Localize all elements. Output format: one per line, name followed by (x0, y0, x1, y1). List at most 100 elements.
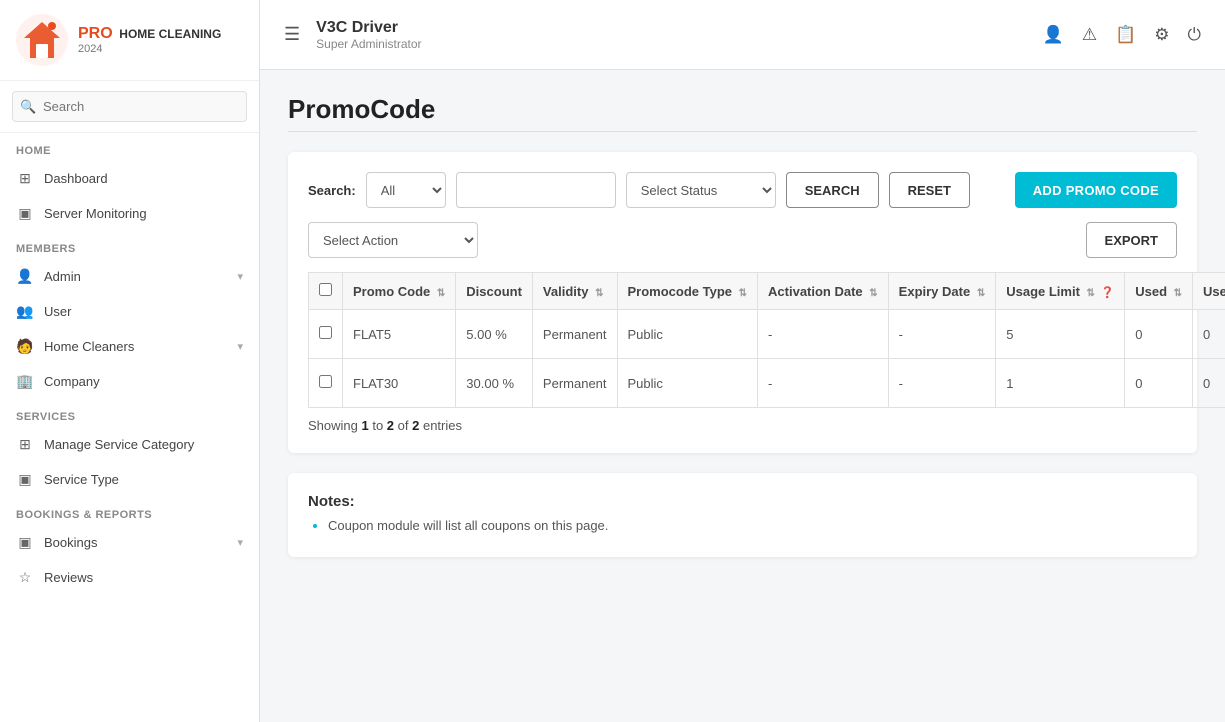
cell-used: 0 (1125, 310, 1193, 359)
cell-expiry-date: - (888, 359, 996, 408)
action-row: Select Action Delete EXPORT (308, 222, 1177, 258)
cell-activation-date: - (758, 359, 889, 408)
home-cleaners-icon: 🧑 (16, 338, 34, 355)
notes-title: Notes: (308, 493, 1177, 510)
sidebar-search-container: 🔍 (0, 81, 259, 133)
search-type-select[interactable]: All (366, 172, 446, 208)
cell-promocode-type: Public (617, 359, 758, 408)
cell-promo-code: FLAT30 (343, 359, 456, 408)
power-icon[interactable]: ⏻ (1188, 25, 1201, 45)
search-button[interactable]: SEARCH (786, 172, 879, 208)
validity-sort-icon: ⇅ (595, 288, 603, 299)
cell-promo-code: FLAT5 (343, 310, 456, 359)
sidebar-item-admin[interactable]: 👤 Admin ▾ (0, 259, 259, 294)
sidebar: PRO HOME CLEANING 2024 🔍 HOME ⊞ Dashboar… (0, 0, 260, 722)
export-button[interactable]: EXPORT (1086, 222, 1177, 258)
admin-arrow-icon: ▾ (237, 270, 243, 283)
sidebar-item-reviews-label: Reviews (44, 570, 93, 585)
hamburger-button[interactable]: ☰ (284, 24, 300, 45)
row-checkbox[interactable] (319, 326, 332, 339)
manage-service-icon: ⊞ (16, 436, 34, 453)
note-item-1: Coupon module will list all coupons on t… (328, 518, 1177, 533)
table-body: FLAT5 5.00 % Permanent Public - - 5 0 0 … (309, 310, 1225, 408)
main-area: ☰ V3C Driver Super Administrator 👤 ⚠ 📋 ⚙… (260, 0, 1225, 722)
showing-to: 2 (387, 418, 394, 433)
nav-section-bookings: BOOKINGS & REPORTS (0, 497, 259, 525)
col-validity: Validity ⇅ (532, 273, 617, 310)
sidebar-item-reviews[interactable]: ☆ Reviews (0, 560, 259, 595)
usage-limit-sort-icon: ⇅ (1087, 288, 1095, 299)
notes-icon[interactable]: 📋 (1115, 25, 1136, 45)
user-profile-icon[interactable]: 👤 (1043, 25, 1064, 45)
usage-limit-help-icon: ❓ (1101, 287, 1115, 299)
logo-text: PRO HOME CLEANING 2024 (78, 24, 221, 56)
sidebar-item-manage-service-category[interactable]: ⊞ Manage Service Category (0, 427, 259, 462)
col-usage-limit: Usage Limit ⇅ ❓ (996, 273, 1125, 310)
search-label: Search: (308, 183, 356, 198)
row-checkbox[interactable] (319, 375, 332, 388)
select-all-checkbox[interactable] (319, 283, 332, 296)
col-expiry-date: Expiry Date ⇅ (888, 273, 996, 310)
header: ☰ V3C Driver Super Administrator 👤 ⚠ 📋 ⚙… (260, 0, 1225, 70)
sidebar-item-bookings-label: Bookings (44, 535, 97, 550)
cell-usage-limit: 5 (996, 310, 1125, 359)
alert-icon[interactable]: ⚠ (1082, 25, 1097, 45)
user-icon: 👥 (16, 303, 34, 320)
promo-code-table: Promo Code ⇅ Discount Validity ⇅ Promoco… (308, 272, 1225, 408)
cell-validity: Permanent (532, 310, 617, 359)
col-checkbox (309, 273, 343, 310)
cell-used-in-schedule-booking: 0 (1193, 310, 1225, 359)
used-sort-icon: ⇅ (1174, 288, 1182, 299)
page-divider (288, 131, 1197, 132)
promo-code-sort-icon: ⇅ (437, 288, 445, 299)
status-select[interactable]: Select Status Active Inactive (626, 172, 776, 208)
col-used: Used ⇅ (1125, 273, 1193, 310)
header-subtitle: Super Administrator (316, 37, 1027, 51)
logo-pro: PRO (78, 25, 113, 42)
reset-button[interactable]: RESET (889, 172, 970, 208)
dashboard-icon: ⊞ (16, 170, 34, 187)
sidebar-item-service-type[interactable]: ▣ Service Type (0, 462, 259, 497)
showing-text: Showing 1 to 2 of 2 entries (308, 418, 1177, 433)
showing-from: 1 (361, 418, 368, 433)
sidebar-item-admin-label: Admin (44, 269, 81, 284)
table-row: FLAT30 30.00 % Permanent Public - - 1 0 … (309, 359, 1225, 408)
sidebar-item-dashboard-label: Dashboard (44, 171, 108, 186)
cell-used: 0 (1125, 359, 1193, 408)
cell-discount: 30.00 % (456, 359, 533, 408)
nav-section-services: SERVICES (0, 399, 259, 427)
cell-usage-limit: 1 (996, 359, 1125, 408)
home-cleaners-arrow-icon: ▾ (237, 340, 243, 353)
logo-home: HOME CLEANING (119, 27, 221, 41)
settings-icon[interactable]: ⚙ (1154, 25, 1169, 45)
showing-suffix: entries (423, 418, 462, 433)
bookings-icon: ▣ (16, 534, 34, 551)
sidebar-search-input[interactable] (12, 91, 247, 122)
notes-card: Notes: Coupon module will list all coupo… (288, 473, 1197, 557)
search-icon: 🔍 (20, 99, 36, 115)
notes-list: Coupon module will list all coupons on t… (308, 518, 1177, 533)
sidebar-item-home-cleaners[interactable]: 🧑 Home Cleaners ▾ (0, 329, 259, 364)
sidebar-item-user[interactable]: 👥 User (0, 294, 259, 329)
col-activation-date: Activation Date ⇅ (758, 273, 889, 310)
header-icons: 👤 ⚠ 📋 ⚙ ⏻ (1043, 25, 1201, 45)
logo-icon (16, 14, 68, 66)
col-discount: Discount (456, 273, 533, 310)
cell-used-in-schedule-booking: 0 (1193, 359, 1225, 408)
sidebar-item-bookings[interactable]: ▣ Bookings ▾ (0, 525, 259, 560)
search-input[interactable] (456, 172, 616, 208)
sidebar-item-dashboard[interactable]: ⊞ Dashboard (0, 161, 259, 196)
sidebar-item-server-monitoring[interactable]: ▣ Server Monitoring (0, 196, 259, 231)
reviews-icon: ☆ (16, 569, 34, 586)
cell-discount: 5.00 % (456, 310, 533, 359)
table-row: FLAT5 5.00 % Permanent Public - - 5 0 0 … (309, 310, 1225, 359)
nav-section-members: MEMBERS (0, 231, 259, 259)
admin-icon: 👤 (16, 268, 34, 285)
cell-promocode-type: Public (617, 310, 758, 359)
nav-section-home: HOME (0, 133, 259, 161)
search-row: Search: All Select Status Active Inactiv… (308, 172, 1177, 208)
add-promo-code-button[interactable]: ADD PROMO CODE (1015, 172, 1177, 208)
cell-activation-date: - (758, 310, 889, 359)
action-select[interactable]: Select Action Delete (308, 222, 478, 258)
sidebar-item-company[interactable]: 🏢 Company (0, 364, 259, 399)
